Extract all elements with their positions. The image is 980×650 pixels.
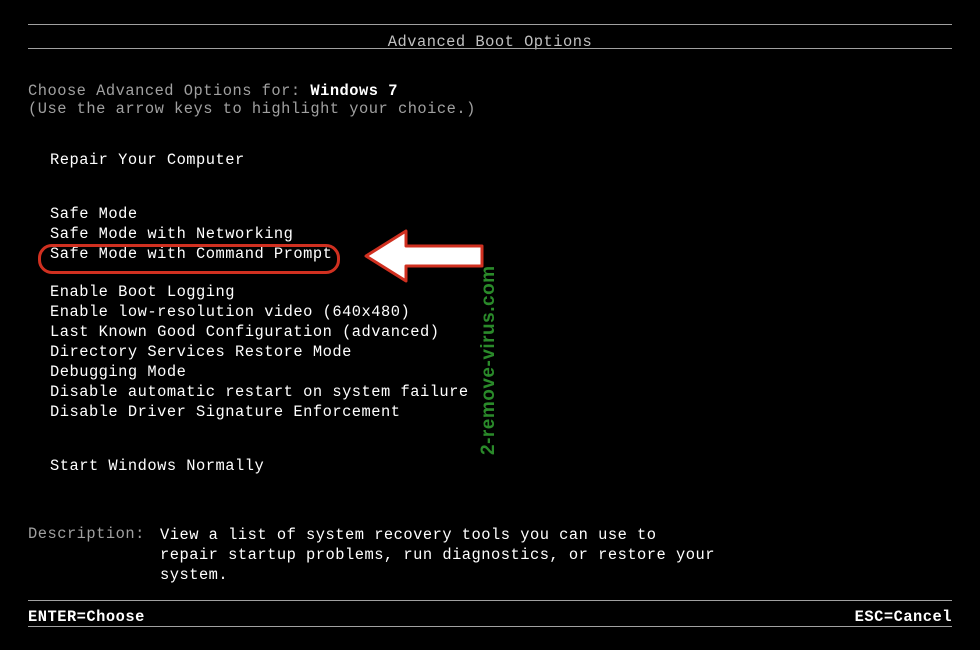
choose-label: Choose Advanced Options for: [28,82,310,100]
menu-low-resolution-video[interactable]: Enable low-resolution video (640x480) [50,302,469,322]
footer-esc-hint: ESC=Cancel [855,608,952,626]
footer-bar: ENTER=Choose ESC=Cancel [28,608,952,626]
description-block: Description: View a list of system recov… [28,525,720,585]
menu-ds-restore-mode[interactable]: Directory Services Restore Mode [50,342,469,362]
menu-repair-computer[interactable]: Repair Your Computer [50,150,469,170]
menu-enable-boot-logging[interactable]: Enable Boot Logging [50,282,469,302]
menu-last-known-good[interactable]: Last Known Good Configuration (advanced) [50,322,469,342]
header-divider-top [28,24,952,25]
menu-safe-mode[interactable]: Safe Mode [50,204,469,224]
arrow-key-instruction: (Use the arrow keys to highlight your ch… [28,100,476,118]
footer-divider-bottom [28,626,952,627]
footer-enter-hint: ENTER=Choose [28,608,145,626]
menu-safe-mode-networking[interactable]: Safe Mode with Networking [50,224,469,244]
header-divider-bottom [28,48,952,49]
menu-debugging-mode[interactable]: Debugging Mode [50,362,469,382]
watermark-text: 2-remove-virus.com [478,265,500,455]
menu-disable-driver-signature[interactable]: Disable Driver Signature Enforcement [50,402,469,422]
footer-divider-top [28,600,952,601]
menu-start-windows-normally[interactable]: Start Windows Normally [50,456,469,476]
os-name: Windows 7 [310,82,398,100]
boot-options-menu: Repair Your Computer Safe Mode Safe Mode… [50,150,469,476]
description-label: Description: [28,525,160,585]
menu-disable-auto-restart[interactable]: Disable automatic restart on system fail… [50,382,469,402]
menu-safe-mode-command-prompt[interactable]: Safe Mode with Command Prompt [50,244,332,264]
choose-os-line: Choose Advanced Options for: Windows 7 [28,82,398,100]
description-text: View a list of system recovery tools you… [160,525,720,585]
